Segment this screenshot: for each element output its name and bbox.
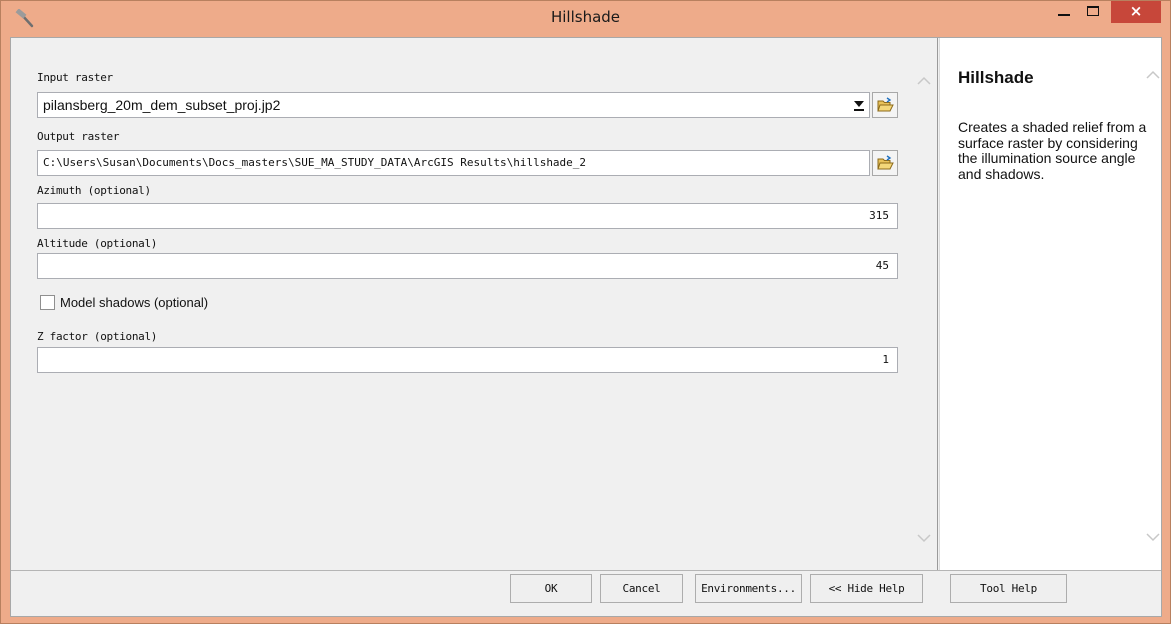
title-bar[interactable]: Hillshade ×: [1, 1, 1170, 35]
dropdown-arrow-icon[interactable]: [853, 99, 865, 111]
close-icon: ×: [1129, 2, 1143, 20]
output-raster-label: Output raster: [37, 130, 120, 143]
hillshade-dialog: Hillshade × Input raster pilansberg_20m_…: [0, 0, 1171, 624]
input-raster-browse-button[interactable]: [872, 92, 898, 118]
help-panel: Hillshade Creates a shaded relief from a…: [939, 38, 1161, 570]
open-folder-icon: [877, 97, 894, 112]
azimuth-label: Azimuth (optional): [37, 184, 151, 197]
maximize-button[interactable]: [1079, 1, 1107, 23]
maximize-icon: [1087, 6, 1099, 16]
altitude-label: Altitude (optional): [37, 237, 158, 250]
parameters-panel: Input raster pilansberg_20m_dem_subset_p…: [11, 38, 938, 570]
help-scroll-up-icon[interactable]: [1146, 70, 1160, 80]
help-scroll-down-icon[interactable]: [1146, 532, 1160, 542]
z-factor-field[interactable]: 1: [37, 347, 898, 373]
window-title: Hillshade: [550, 8, 621, 26]
hide-help-button[interactable]: << Hide Help: [810, 574, 923, 603]
ok-button[interactable]: OK: [510, 574, 592, 603]
minimize-button[interactable]: [1050, 1, 1078, 23]
environments-button[interactable]: Environments...: [695, 574, 802, 603]
open-folder-icon: [877, 155, 894, 170]
azimuth-field[interactable]: 315: [37, 203, 898, 229]
help-description: Creates a shaded relief from a surface r…: [958, 119, 1147, 182]
help-title: Hillshade: [958, 68, 1034, 87]
scroll-down-icon[interactable]: [917, 533, 931, 543]
cancel-button[interactable]: Cancel: [600, 574, 683, 603]
input-raster-combobox[interactable]: pilansberg_20m_dem_subset_proj.jp2: [37, 92, 870, 118]
close-button[interactable]: ×: [1111, 1, 1161, 23]
output-raster-field[interactable]: C:\Users\Susan\Documents\Docs_masters\SU…: [37, 150, 870, 176]
tool-help-button[interactable]: Tool Help: [950, 574, 1067, 603]
altitude-field[interactable]: 45: [37, 253, 898, 279]
scroll-up-icon[interactable]: [917, 76, 931, 86]
dialog-client: Input raster pilansberg_20m_dem_subset_p…: [10, 37, 1162, 617]
input-raster-value: pilansberg_20m_dem_subset_proj.jp2: [43, 97, 281, 113]
output-raster-browse-button[interactable]: [872, 150, 898, 176]
input-raster-label: Input raster: [37, 71, 113, 84]
model-shadows-label[interactable]: Model shadows (optional): [60, 295, 208, 310]
minimize-icon: [1058, 14, 1070, 16]
model-shadows-checkbox[interactable]: [40, 295, 55, 310]
z-factor-label: Z factor (optional): [37, 330, 158, 343]
